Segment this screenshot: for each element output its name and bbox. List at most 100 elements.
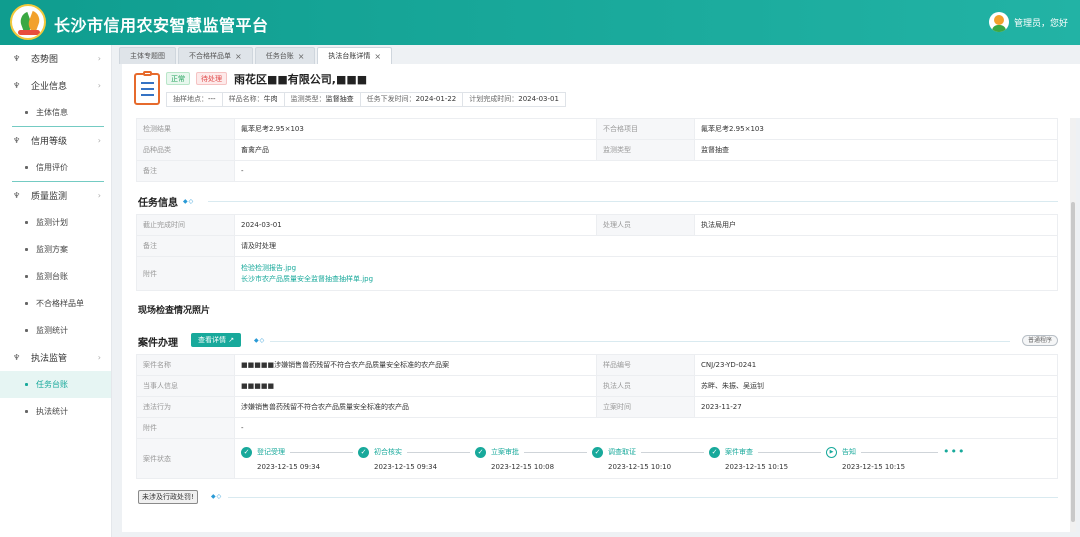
detail-content: 检测结果 氟苯尼考2.95×103 不合格项目 氟苯尼考2.95×103 品种品… — [122, 118, 1070, 532]
sidebar-group-label: 企业信息 — [31, 82, 68, 92]
sidebar-item-credit-eval[interactable]: 信用评价 — [0, 154, 111, 181]
divider — [228, 497, 1058, 498]
meta-plan-date: 计划完成时间：2024-03-01 — [469, 95, 559, 103]
more-icon[interactable]: ••• — [943, 446, 965, 457]
field-value: 畜禽产品 — [234, 139, 597, 161]
sidebar: ♆ 态势图 › ♆ 企业信息 › 主体信息 ♆ 信用等级 › 信用评价 ♆ 质量… — [0, 45, 112, 537]
meta-row: 抽样地点：--- 样品名称：牛肉 监测类型：监督抽查 任务下发时间：2024-0… — [166, 92, 566, 107]
tab-bar: 主体专题图 不合格样品单 × 任务台账 × 执法台账详情 × — [119, 46, 1080, 64]
field-value: - — [234, 160, 1058, 182]
bullet-icon — [25, 221, 28, 224]
case-step-current: ▶ 告知 2023-12-15 10:15 — [826, 446, 943, 471]
field-label: 处理人员 — [596, 214, 695, 236]
field-label: 监测类型 — [596, 139, 695, 161]
sidebar-group-enforcement[interactable]: ♆ 执法监管 › — [0, 344, 111, 371]
procedure-type-button[interactable]: 普通程序 — [1021, 335, 1058, 346]
scrollbar-thumb[interactable] — [1071, 202, 1075, 522]
meta-sample-name: 样品名称：牛肉 — [223, 93, 285, 106]
sidebar-group-quality[interactable]: ♆ 质量监测 › — [0, 182, 111, 209]
field-label: 立案时间 — [596, 396, 695, 418]
attachment-list: 检验检测报告.jpg 长沙市农产品质量安全监督抽查抽样单.jpg — [234, 256, 1058, 291]
admin-penalty-button[interactable]: 未涉及行政处罚! — [138, 490, 198, 504]
sidebar-group-credit[interactable]: ♆ 信用等级 › — [0, 127, 111, 154]
menu-icon: ♆ — [13, 53, 21, 63]
section-title-task: 任务信息 ◆◇ — [138, 198, 195, 209]
attachment-link[interactable]: 长沙市农产品质量安全监督抽查抽样单.jpg — [241, 274, 1051, 285]
field-label: 备注 — [136, 235, 235, 257]
field-label: 样品编号 — [596, 354, 695, 376]
menu-icon: ♆ — [13, 352, 21, 362]
sidebar-group-situation[interactable]: ♆ 态势图 › — [0, 45, 111, 72]
sidebar-item-label: 任务台账 — [36, 380, 68, 389]
case-status-steps: ✓ 登记受理 2023-12-15 09:34 ✓ 初合核实 2023-12-15 … — [234, 438, 1058, 479]
divider — [270, 341, 1010, 342]
check-icon: ✓ — [475, 446, 486, 458]
field-label: 案件名称 — [136, 354, 235, 376]
close-icon[interactable]: × — [235, 52, 242, 61]
sidebar-item-entity-info[interactable]: 主体信息 — [0, 99, 111, 126]
menu-icon: ♆ — [13, 135, 21, 145]
status-badge-normal: 正常 — [166, 72, 190, 85]
field-value: 氟苯尼考2.95×103 — [234, 118, 597, 140]
tab-label: 任务台账 — [265, 52, 294, 60]
sidebar-item-enforcement-stats[interactable]: 执法统计 — [0, 398, 111, 425]
field-label: 附件 — [136, 256, 235, 291]
bullet-icon — [25, 329, 28, 332]
check-icon: ✓ — [358, 446, 369, 458]
tab-enforcement-detail[interactable]: 执法台账详情 × — [317, 47, 393, 64]
sidebar-group-label: 执法监管 — [31, 354, 68, 364]
tab-subject-map[interactable]: 主体专题图 — [119, 47, 176, 64]
scrollbar[interactable] — [1070, 118, 1076, 532]
divider — [208, 201, 1058, 202]
meta-monitor-type: 监测类型：监督抽查 — [285, 93, 361, 106]
meta-issue-date: 任务下发时间：2024-01-22 — [361, 93, 464, 106]
field-label: 截止完成时间 — [136, 214, 235, 236]
sidebar-group-label: 质量监测 — [31, 192, 68, 202]
app-title: 长沙市信用农安智慧监管平台 — [54, 16, 269, 35]
tab-task-ledger[interactable]: 任务台账 × — [254, 47, 316, 64]
view-details-button[interactable]: 查看详情 ↗ — [191, 333, 242, 347]
user-menu[interactable]: 管理员，您好 — [988, 12, 1068, 32]
field-label: 备注 — [136, 160, 235, 182]
chevron-down-icon: › — [97, 81, 101, 90]
case-step: ✓ 案件审查 2023-12-15 10:15 — [709, 446, 826, 471]
sidebar-item-label: 监测方案 — [36, 245, 68, 254]
play-icon: ▶ — [826, 446, 837, 458]
close-icon[interactable]: × — [298, 52, 305, 61]
close-icon[interactable]: × — [374, 52, 381, 61]
field-label: 执法人员 — [596, 375, 695, 397]
meta-sampling-site: 抽样地点：--- — [167, 93, 223, 106]
sidebar-item-monitor-plan[interactable]: 监测计划 — [0, 209, 111, 236]
sidebar-item-monitor-stats[interactable]: 监测统计 — [0, 317, 111, 344]
sidebar-item-unqualified-samples[interactable]: 不合格样品单 — [0, 290, 111, 317]
case-step: ✓ 登记受理 2023-12-15 09:34 — [241, 446, 358, 471]
field-value: 苏畔、朱振、吴运钊 — [694, 375, 1058, 397]
case-step: ✓ 调查取证 2023-12-15 10:10 — [592, 446, 709, 471]
field-label: 当事人信息 — [136, 375, 235, 397]
avatar — [988, 12, 1009, 32]
sidebar-item-task-ledger[interactable]: 任务台账 — [0, 371, 111, 398]
attachment-link[interactable]: 检验检测报告.jpg — [241, 263, 1051, 274]
field-value: ■■■■■ — [234, 375, 597, 397]
check-icon: ✓ — [241, 446, 252, 458]
top-header: 长沙市信用农安智慧监管平台 管理员，您好 — [0, 0, 1080, 45]
field-value: 执法局用户 — [694, 214, 1058, 236]
sidebar-group-label: 信用等级 — [31, 137, 68, 147]
section-title-photos: 现场检查情况照片 — [138, 306, 211, 316]
chevron-down-icon: › — [97, 191, 101, 200]
decor-icon: ◆◇ — [254, 337, 266, 344]
tab-label: 不合格样品单 — [189, 52, 231, 60]
field-value: - — [234, 417, 1058, 439]
sidebar-item-monitor-scheme[interactable]: 监测方案 — [0, 236, 111, 263]
sidebar-item-monitor-ledger[interactable]: 监测台账 — [0, 263, 111, 290]
field-value: 氟苯尼考2.95×103 — [694, 118, 1058, 140]
bullet-icon — [25, 275, 28, 278]
field-value: 请及时处理 — [234, 235, 1058, 257]
sidebar-group-enterprise[interactable]: ♆ 企业信息 › — [0, 72, 111, 99]
section-title-case: 案件办理 — [138, 338, 178, 349]
sample-info-table: 检测结果 氟苯尼考2.95×103 不合格项目 氟苯尼考2.95×103 品种品… — [136, 118, 1058, 182]
status-badge-pending: 待处理 — [196, 72, 227, 85]
tab-label: 执法台账详情 — [328, 52, 371, 60]
decor-icon: ◆◇ — [183, 198, 195, 205]
tab-unqualified-samples[interactable]: 不合格样品单 × — [178, 47, 253, 64]
